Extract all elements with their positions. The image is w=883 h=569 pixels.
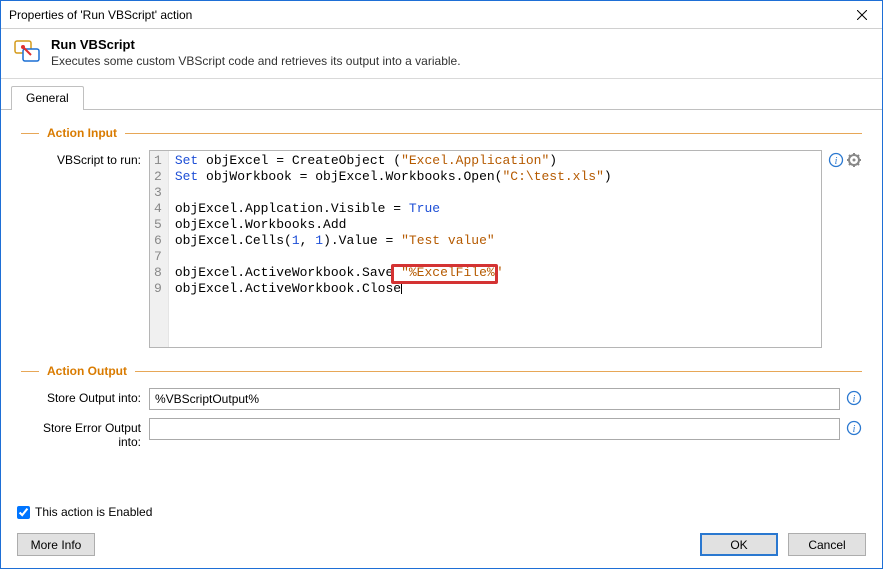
code-line-8: objExcel.ActiveWorkbook.Save "%ExcelFile… xyxy=(175,265,612,281)
code-line-5: objExcel.Workbooks.Add xyxy=(175,217,612,233)
ok-button[interactable]: OK xyxy=(700,533,778,556)
gear-icon[interactable] xyxy=(846,152,862,168)
svg-text:i: i xyxy=(853,424,856,435)
header-subtitle: Executes some custom VBScript code and r… xyxy=(51,54,461,68)
content-area: Action Input VBScript to run: 1 2 3 4 5 … xyxy=(1,110,882,499)
code-line-3 xyxy=(175,185,612,201)
info-icon[interactable]: i xyxy=(846,390,862,406)
line-gutter: 1 2 3 4 5 6 7 8 9 xyxy=(150,151,169,347)
footer-checkbox-row: This action is Enabled xyxy=(1,499,882,525)
group-output-title: Action Output xyxy=(39,364,135,378)
row-store-output: Store Output into: i xyxy=(21,388,862,410)
titlebar: Properties of 'Run VBScript' action xyxy=(1,1,882,29)
code-line-1: Set objExcel = CreateObject ("Excel.Appl… xyxy=(175,153,612,169)
header-title: Run VBScript xyxy=(51,37,461,52)
tabstrip: General xyxy=(1,79,882,110)
info-icon[interactable]: i xyxy=(846,420,862,436)
store-error-input[interactable] xyxy=(149,418,840,440)
text-caret xyxy=(401,281,402,294)
close-button[interactable] xyxy=(842,1,882,28)
label-store-error: Store Error Output into: xyxy=(21,418,149,449)
svg-text:i: i xyxy=(835,156,838,167)
group-action-output: Action Output Store Output into: i Store… xyxy=(21,364,862,449)
header: Run VBScript Executes some custom VBScri… xyxy=(1,29,882,79)
window-title: Properties of 'Run VBScript' action xyxy=(9,8,192,22)
svg-text:i: i xyxy=(853,394,856,405)
group-action-input: Action Input VBScript to run: 1 2 3 4 5 … xyxy=(21,126,862,348)
close-icon xyxy=(857,10,867,20)
code-line-2: Set objWorkbook = objExcel.Workbooks.Ope… xyxy=(175,169,612,185)
code-line-6: objExcel.Cells(1, 1).Value = "Test value… xyxy=(175,233,612,249)
info-icon[interactable]: i xyxy=(828,152,844,168)
code-lines: Set objExcel = CreateObject ("Excel.Appl… xyxy=(169,151,618,347)
button-bar: More Info OK Cancel xyxy=(1,525,882,568)
enabled-checkbox-wrap[interactable]: This action is Enabled xyxy=(17,505,152,519)
row-vbscript: VBScript to run: 1 2 3 4 5 6 7 8 9 Set xyxy=(21,150,862,348)
action-icon xyxy=(13,37,41,65)
enabled-checkbox[interactable] xyxy=(17,506,30,519)
store-output-input[interactable] xyxy=(149,388,840,410)
enabled-label: This action is Enabled xyxy=(35,505,152,519)
header-text: Run VBScript Executes some custom VBScri… xyxy=(51,37,461,68)
dialog-window: Properties of 'Run VBScript' action Run … xyxy=(0,0,883,569)
code-editor[interactable]: 1 2 3 4 5 6 7 8 9 Set objExcel = CreateO… xyxy=(149,150,822,348)
more-info-button[interactable]: More Info xyxy=(17,533,95,556)
group-input-title: Action Input xyxy=(39,126,125,140)
row-store-error: Store Error Output into: i xyxy=(21,418,862,449)
tab-general[interactable]: General xyxy=(11,86,84,110)
cancel-button[interactable]: Cancel xyxy=(788,533,866,556)
label-vbscript-to-run: VBScript to run: xyxy=(21,150,149,167)
label-store-output: Store Output into: xyxy=(21,388,149,405)
code-line-7 xyxy=(175,249,612,265)
code-line-9: objExcel.ActiveWorkbook.Close xyxy=(175,281,612,297)
code-line-4: objExcel.Applcation.Visible = True xyxy=(175,201,612,217)
